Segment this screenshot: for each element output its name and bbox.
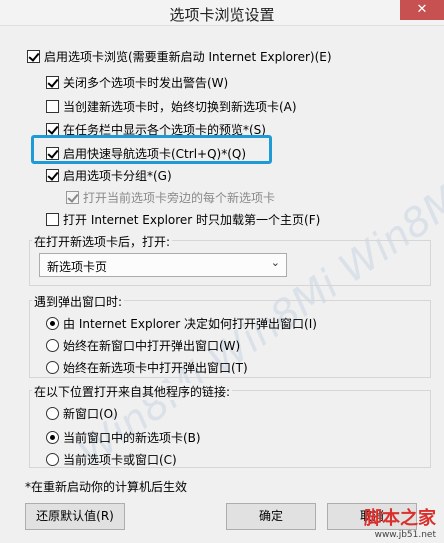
links-group-label: 在以下位置打开来自其他程序的链接: — [32, 383, 233, 400]
popup-new-tab-radio[interactable] — [46, 361, 59, 374]
restart-note: *在重新启动你的计算机后生效 — [25, 478, 187, 495]
popup-new-tab-label: 始终在新选项卡中打开弹出窗口(T) — [63, 361, 248, 375]
links-option-new-window[interactable]: 新窗口(O) — [46, 405, 118, 422]
links-current-label: 当前选项卡或窗口(C) — [63, 453, 177, 467]
close-button[interactable]: ✕ — [400, 0, 444, 20]
restart-note-text: *在重新启动你的计算机后生效 — [25, 480, 188, 494]
open-adjacent-option: 打开当前选项卡旁边的每个新选项卡 — [66, 189, 275, 206]
popup-group-label: 遇到弹出窗口时: — [32, 293, 125, 310]
brand-url: www.jb51.net — [374, 530, 436, 540]
links-new-window-label: 新窗口(O) — [63, 407, 118, 421]
chevron-down-icon: ⌄ — [270, 256, 280, 269]
load-first-home-label: 打开 Internet Explorer 时只加载第一个主页(F) — [63, 213, 321, 227]
warn-close-label: 关闭多个选项卡时发出警告(W) — [63, 76, 229, 90]
quick-tabs-option[interactable]: 启用快速导航选项卡(Ctrl+Q)*(Q) — [46, 145, 246, 162]
new-tab-select[interactable]: 新选项卡页 ⌄ — [39, 253, 287, 277]
popup-option-new-window[interactable]: 始终在新窗口中打开弹出窗口(W) — [46, 337, 240, 354]
brand-logo: 脚本之家 www.jb51.net — [364, 504, 436, 540]
ok-button[interactable]: 确定 — [226, 503, 316, 530]
enable-tabs-checkbox[interactable] — [27, 50, 40, 63]
load-first-home-checkbox[interactable] — [46, 213, 59, 226]
quick-tabs-checkbox[interactable] — [46, 147, 59, 160]
open-adjacent-checkbox — [66, 191, 79, 204]
brand-name: 脚本之家 — [364, 508, 436, 529]
links-new-window-radio[interactable] — [46, 407, 59, 420]
links-option-new-tab[interactable]: 当前窗口中的新选项卡(B) — [46, 429, 201, 446]
popup-option-new-tab[interactable]: 始终在新选项卡中打开弹出窗口(T) — [46, 359, 248, 376]
popup-ie-decides-label: 由 Internet Explorer 决定如何打开弹出窗口(I) — [63, 317, 317, 331]
links-option-current[interactable]: 当前选项卡或窗口(C) — [46, 451, 177, 468]
links-new-tab-radio[interactable] — [46, 431, 59, 444]
quick-tabs-label: 启用快速导航选项卡(Ctrl+Q)*(Q) — [63, 147, 247, 161]
tab-groups-label: 启用选项卡分组*(G) — [63, 169, 172, 183]
new-tab-group-label: 在打开新选项卡后，打开: — [32, 233, 173, 250]
close-icon: ✕ — [416, 2, 428, 17]
open-adjacent-label: 打开当前选项卡旁边的每个新选项卡 — [83, 191, 276, 205]
new-tab-select-value: 新选项卡页 — [47, 260, 108, 274]
tab-groups-option[interactable]: 启用选项卡分组*(G) — [46, 167, 172, 184]
links-new-tab-label: 当前窗口中的新选项卡(B) — [63, 431, 201, 445]
window-title: 选项卡浏览设置 — [169, 6, 275, 24]
switch-new-tab-option[interactable]: 当创建新选项卡时，始终切换到新选项卡(A) — [46, 98, 297, 115]
load-first-home-option[interactable]: 打开 Internet Explorer 时只加载第一个主页(F) — [46, 211, 320, 228]
switch-new-tab-label: 当创建新选项卡时，始终切换到新选项卡(A) — [63, 100, 297, 114]
restore-defaults-button[interactable]: 还原默认值(R) — [25, 503, 125, 530]
popup-ie-decides-radio[interactable] — [46, 317, 59, 330]
switch-new-tab-checkbox[interactable] — [46, 100, 59, 113]
title-bar: 选项卡浏览设置 ✕ — [0, 0, 444, 26]
warn-close-checkbox[interactable] — [46, 76, 59, 89]
enable-tabs-label: 启用选项卡浏览(需要重新启动 Internet Explorer)(E) — [44, 50, 332, 64]
popup-option-ie-decides[interactable]: 由 Internet Explorer 决定如何打开弹出窗口(I) — [46, 315, 317, 332]
enable-tabs-option[interactable]: 启用选项卡浏览(需要重新启动 Internet Explorer)(E) — [27, 48, 332, 65]
links-current-radio[interactable] — [46, 453, 59, 466]
tab-groups-checkbox[interactable] — [46, 169, 59, 182]
popup-new-window-label: 始终在新窗口中打开弹出窗口(W) — [63, 339, 241, 353]
warn-close-option[interactable]: 关闭多个选项卡时发出警告(W) — [46, 74, 228, 91]
popup-new-window-radio[interactable] — [46, 339, 59, 352]
